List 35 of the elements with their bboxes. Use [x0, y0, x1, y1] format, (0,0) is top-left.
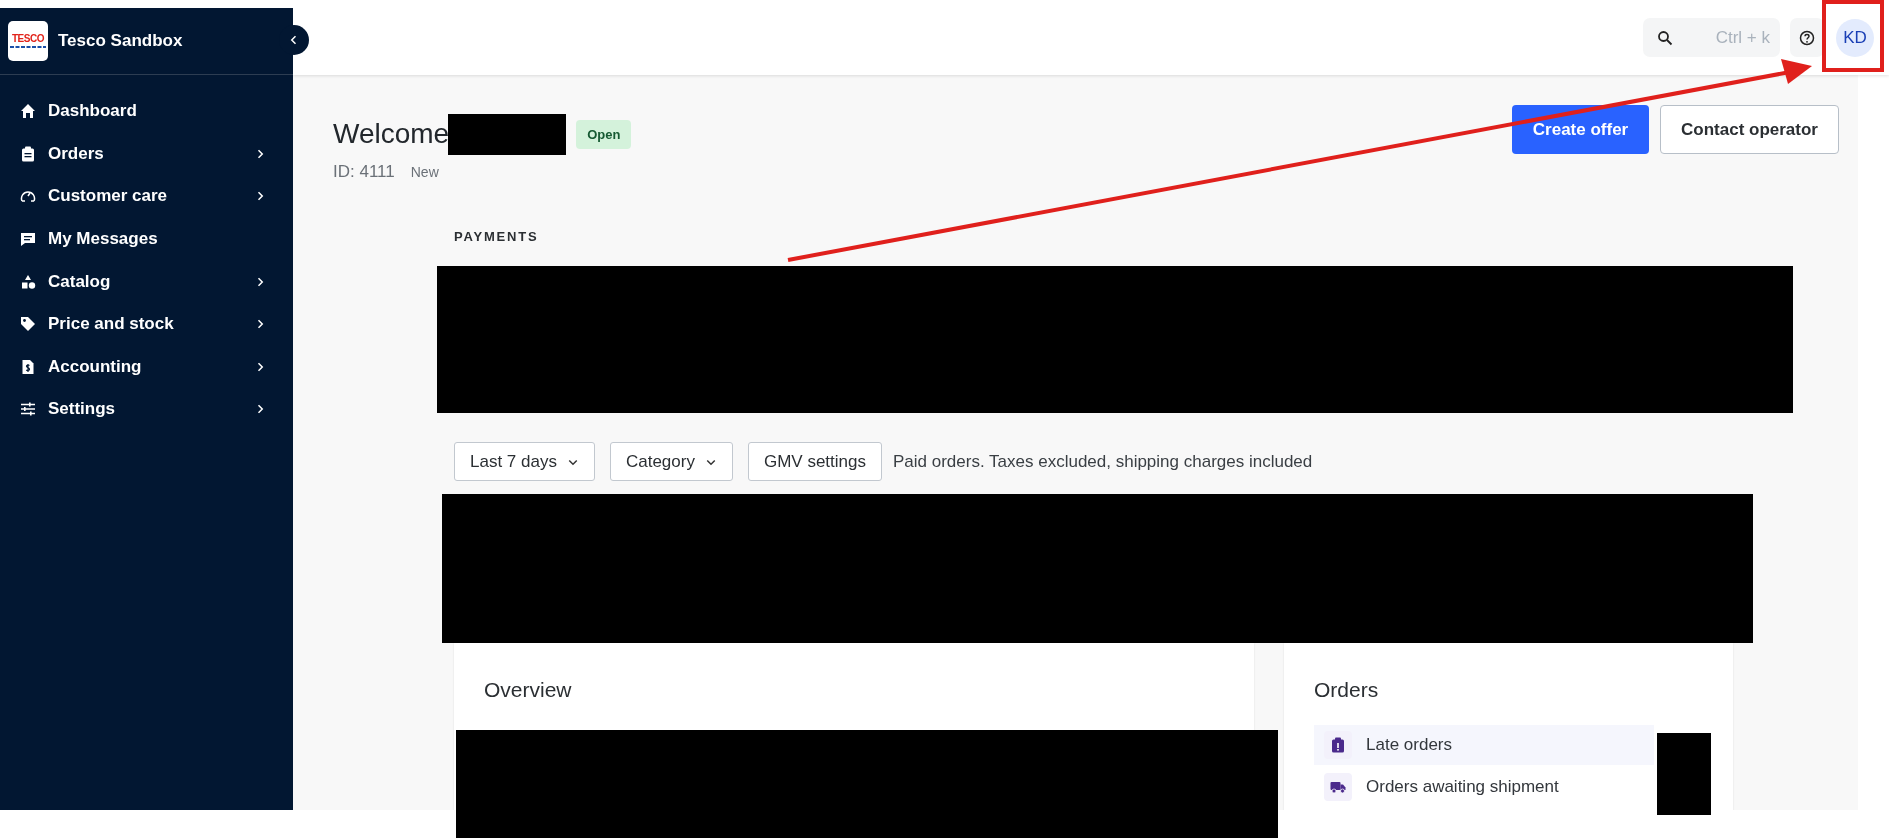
- nav-label: My Messages: [48, 229, 159, 250]
- nav-label: Customer care: [48, 186, 169, 207]
- nav-item[interactable]: Settings: [0, 388, 293, 431]
- order-row[interactable]: Late orders: [1314, 725, 1654, 765]
- filter-button[interactable]: Last 7 days: [454, 442, 595, 481]
- section-heading: PAYMENTS: [454, 229, 540, 244]
- filter-button[interactable]: GMV settings: [747, 442, 882, 481]
- nav-item[interactable]: Orders: [0, 132, 293, 176]
- create-offer-button[interactable]: Create offer: [1512, 105, 1650, 154]
- nav-item[interactable]: Price and stock: [0, 302, 293, 346]
- logo-text: TESCO: [12, 33, 44, 44]
- user-avatar[interactable]: KD: [1836, 18, 1874, 57]
- nav-label: Accounting: [48, 356, 143, 377]
- card-title: Orders: [1314, 678, 1380, 702]
- workspace-title: Tesco Sandbox: [58, 31, 183, 51]
- shop-state: New: [410, 164, 439, 180]
- filter-button[interactable]: Category: [609, 442, 733, 481]
- page-title: Welcome: [333, 118, 450, 150]
- nav-item[interactable]: Customer care: [0, 175, 293, 218]
- nav-label: Settings: [48, 399, 117, 420]
- order-row[interactable]: Orders awaiting shipment: [1314, 767, 1654, 807]
- nav-label: Dashboard: [48, 101, 138, 122]
- nav-item[interactable]: My Messages: [0, 217, 293, 261]
- nav-label: Price and stock: [48, 314, 175, 335]
- nav-item[interactable]: Catalog: [0, 260, 293, 303]
- contact-button[interactable]: Contact operator: [1660, 105, 1839, 154]
- card-title: Overview: [484, 678, 573, 702]
- search-field[interactable]: Ctrl + k: [1643, 18, 1780, 57]
- nav-item[interactable]: Accounting: [0, 345, 293, 389]
- nav-label: Catalog: [48, 271, 112, 292]
- filter-note: Paid orders. Taxes excluded, shipping charges included: [893, 451, 1313, 472]
- status-badge: Open: [576, 119, 632, 149]
- nav-item[interactable]: Dashboard: [0, 90, 293, 133]
- shop-id: ID: 4111: [333, 162, 395, 182]
- nav-label: Orders: [48, 143, 105, 164]
